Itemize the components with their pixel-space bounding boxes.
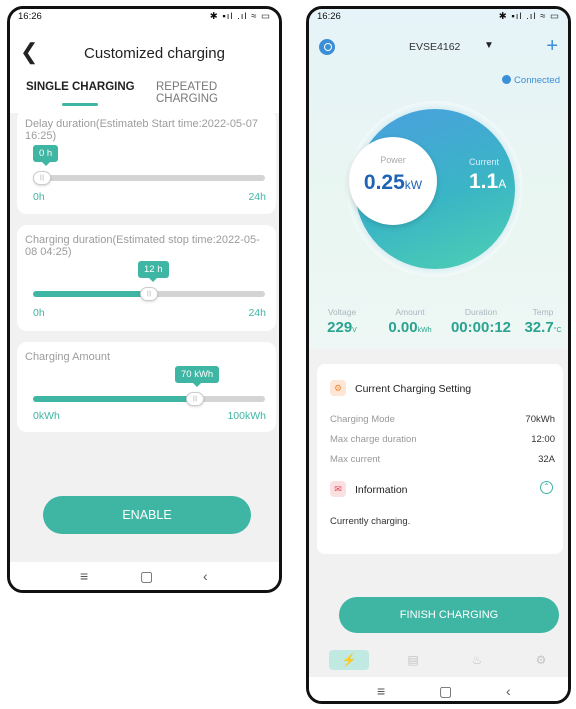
stat-temp: Temp 32.7°C: [517, 307, 568, 336]
setting-value: 70kWh: [525, 414, 555, 425]
charging-amount-thumb[interactable]: |||: [186, 392, 204, 406]
charging-info-card: ⚙ Current Charging Setting Charging Mode…: [317, 364, 563, 554]
active-tab-indicator: [62, 103, 98, 106]
status-time: 16:26: [18, 11, 42, 22]
back-icon[interactable]: ‹: [506, 683, 511, 699]
setting-value: 32A: [538, 454, 555, 465]
delay-max-label: 24h: [248, 191, 266, 203]
tab-settings-icon[interactable]: ⚙: [521, 650, 561, 670]
left-phone: 16:26 ✱ ▪ıl .ıl ≈ ▭ ❮ Customized chargin…: [7, 6, 282, 593]
dropdown-caret-icon[interactable]: ▼: [484, 40, 494, 51]
stat-value: 00:00:12: [445, 319, 517, 336]
stat-label: Temp: [532, 307, 554, 317]
connection-status: Connected: [502, 75, 560, 86]
delay-duration-card: Delay duration(Estimateb Start time:2022…: [17, 109, 276, 214]
charging-duration-fill: [33, 291, 149, 297]
stat-label: Amount: [395, 307, 425, 317]
finish-charging-button[interactable]: FINISH CHARGING: [339, 597, 559, 633]
status-bar: 16:26 ✱ ▪ıl .ıl ≈ ▭: [10, 9, 279, 25]
system-nav-bar: ≡ ▢ ‹: [10, 562, 279, 590]
stat-number: 00:00:12: [450, 319, 512, 336]
setting-value: 12:00: [531, 434, 555, 445]
delay-min-label: 0h: [33, 191, 45, 203]
current-label: Current: [469, 157, 500, 167]
info-text: Currently charging.: [330, 516, 411, 527]
charging-amount-min-label: 0kWh: [33, 410, 60, 422]
menu-icon[interactable]: ≡: [80, 568, 88, 584]
power-circle: Power 0.25kW: [349, 137, 437, 225]
current-number: 1.1: [469, 170, 499, 193]
tab-single-charging[interactable]: SINGLE CHARGING: [26, 81, 135, 93]
tab-charging-bolt-icon[interactable]: ⚡: [329, 650, 369, 670]
stat-unit: °C: [553, 327, 562, 334]
setting-label: Charging Mode: [330, 414, 395, 425]
back-icon[interactable]: ‹: [203, 568, 208, 584]
delay-value-bubble: 0 h: [33, 145, 59, 166]
charging-duration-card: Charging duration(Estimated stop time:20…: [17, 225, 276, 331]
charging-duration-thumb[interactable]: |||: [140, 287, 158, 301]
power-number: 0.25: [363, 171, 405, 194]
stat-label: Duration: [464, 307, 498, 317]
stat-value: 229V: [317, 319, 367, 336]
stat-number: 0.00: [388, 319, 418, 336]
stat-number: 229: [327, 319, 353, 336]
charging-duration-label: Charging duration(Estimated stop time:20…: [25, 234, 260, 258]
add-device-icon[interactable]: +: [546, 35, 558, 58]
home-icon[interactable]: ▢: [140, 568, 153, 585]
connection-status-text: Connected: [514, 75, 560, 86]
delay-slider[interactable]: |||: [33, 171, 265, 185]
stat-number: 32.7: [524, 319, 554, 336]
stat-duration: Duration 00:00:12: [445, 307, 517, 336]
status-bar: 16:26 ✱ ▪ıl .ıl ≈ ▭: [309, 9, 568, 25]
power-unit: kW: [404, 178, 423, 192]
device-name[interactable]: EVSE4162: [409, 41, 460, 53]
bottom-tab-bar: ⚡ ▤ ♨ ⚙: [309, 645, 568, 675]
setting-title: Current Charging Setting: [355, 383, 472, 395]
enable-button[interactable]: ENABLE: [43, 496, 251, 534]
status-icons: ✱ ▪ıl .ıl ≈ ▭: [209, 11, 271, 22]
system-nav-bar: ≡ ▢ ‹: [309, 677, 568, 701]
stat-value: 0.00kWh: [375, 319, 445, 336]
tab-records-icon[interactable]: ▤: [393, 650, 433, 670]
status-time: 16:26: [317, 11, 341, 22]
charging-amount-max-label: 100kWh: [227, 410, 266, 422]
menu-icon[interactable]: ≡: [377, 683, 385, 699]
charging-amount-card: Charging Amount 70 kWh ||| 0kWh 100kWh: [17, 342, 276, 432]
stat-unit: V: [352, 327, 357, 334]
charging-duration-bubble: 12 h: [138, 261, 169, 282]
right-phone: 16:26 ✱ ▪ıl .ıl ≈ ▭ EVSE4162 ▼ + Connect…: [306, 6, 571, 704]
charging-duration-max-label: 24h: [248, 307, 266, 319]
message-icon: ✉: [330, 481, 346, 497]
charging-amount-bubble: 70 kWh: [175, 366, 220, 387]
setting-label: Max current: [330, 454, 381, 465]
setting-label: Max charge duration: [330, 434, 417, 445]
charging-amount-slider[interactable]: |||: [33, 392, 265, 406]
current-unit: A: [498, 177, 507, 191]
stat-unit: kWh: [417, 327, 432, 334]
power-value: 0.25kW: [349, 171, 437, 195]
user-avatar-icon[interactable]: [319, 39, 335, 55]
delay-duration-label: Delay duration(Estimateb Start time:2022…: [25, 118, 258, 142]
page-title: Customized charging: [84, 45, 225, 62]
stat-voltage: Voltage 229V: [317, 307, 367, 336]
power-label: Power: [380, 155, 406, 165]
header: ❮ Customized charging SINGLE CHARGING RE…: [10, 25, 279, 113]
tab-repeated-charging[interactable]: REPEATED CHARGING: [156, 81, 279, 105]
charging-duration-min-label: 0h: [33, 307, 45, 319]
current-value: 1.1A: [469, 170, 506, 194]
info-title: Information: [355, 484, 408, 496]
stat-value: 32.7°C: [517, 319, 568, 336]
stat-label: Voltage: [327, 307, 357, 317]
charging-amount-fill: [33, 396, 195, 402]
bluetooth-icon: [502, 75, 512, 84]
home-icon[interactable]: ▢: [439, 683, 452, 700]
collapse-icon[interactable]: ⌃: [540, 481, 553, 494]
tab-notifications-bell-icon[interactable]: ♨: [457, 650, 497, 670]
status-icons: ✱ ▪ıl .ıl ≈ ▭: [498, 11, 560, 22]
stat-amount: Amount 0.00kWh: [375, 307, 445, 336]
charging-duration-slider[interactable]: |||: [33, 287, 265, 301]
charging-amount-label: Charging Amount: [25, 351, 110, 363]
delay-slider-thumb[interactable]: |||: [33, 171, 51, 185]
settings-icon: ⚙: [330, 380, 346, 396]
